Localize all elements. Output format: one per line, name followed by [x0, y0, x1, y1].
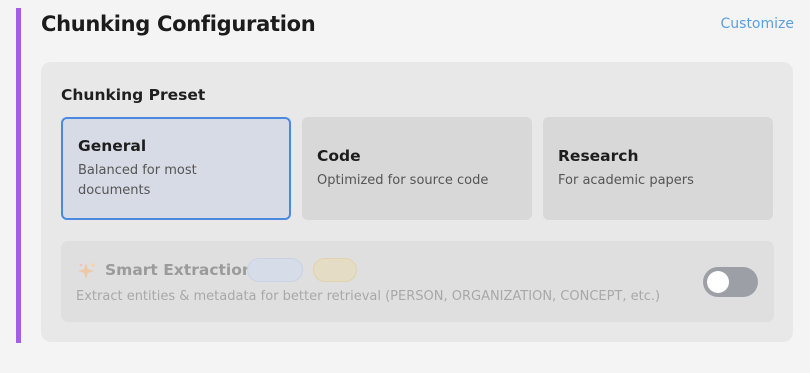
- preset-description: For academic papers: [558, 172, 694, 188]
- section-accent-bar: [16, 8, 21, 343]
- status-badge: [313, 258, 357, 282]
- preset-name: General: [78, 137, 147, 155]
- config-panel: Chunking Preset General Balanced for mos…: [41, 62, 793, 342]
- preset-name: Research: [558, 146, 639, 165]
- preset-heading: Chunking Preset: [61, 86, 206, 104]
- preset-card-general[interactable]: General Balanced for most documents: [61, 117, 291, 220]
- smart-extraction-row: Smart Extraction Extract entities & meta…: [61, 241, 774, 322]
- smart-extraction-toggle[interactable]: [703, 267, 758, 297]
- chunking-config-section: Chunking Configuration Customize Chunkin…: [0, 0, 810, 373]
- preset-card-code[interactable]: Code Optimized for source code: [302, 117, 532, 220]
- preset-description: Optimized for source code: [317, 172, 489, 188]
- customize-link[interactable]: Customize: [721, 16, 795, 32]
- smart-extraction-description: Extract entities & metadata for better r…: [76, 289, 661, 304]
- smart-extraction-title: Smart Extraction: [105, 261, 253, 279]
- preset-name: Code: [317, 146, 361, 165]
- preset-description: Balanced for most documents: [78, 163, 197, 198]
- section-title: Chunking Configuration: [41, 12, 316, 36]
- sparkle-icon: [77, 261, 97, 281]
- toggle-knob: [707, 271, 729, 293]
- preset-card-research[interactable]: Research For academic papers: [543, 117, 773, 220]
- status-badge: [247, 258, 303, 282]
